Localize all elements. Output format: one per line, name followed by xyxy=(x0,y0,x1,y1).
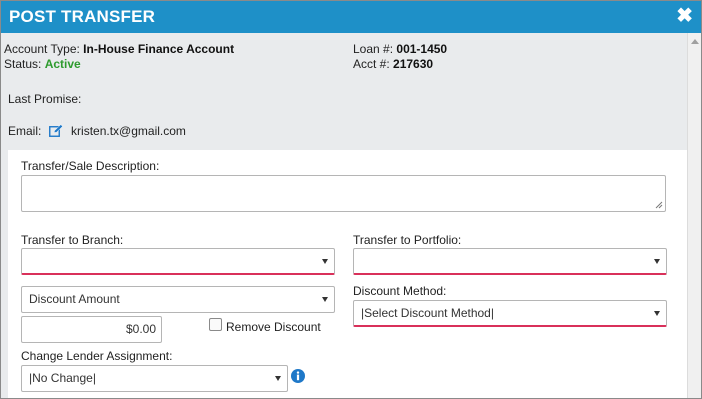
last-promise-label: Last Promise: xyxy=(8,92,82,106)
lender-assignment-label: Change Lender Assignment: xyxy=(21,349,173,363)
info-icon[interactable] xyxy=(291,369,305,383)
transfer-form: Transfer/Sale Description: Transfer to B… xyxy=(8,150,687,398)
acct-number-label: Acct #: xyxy=(353,57,390,71)
account-type-row: Account Type: In-House Finance Account xyxy=(4,42,234,56)
dialog-body[interactable]: Account Type: In-House Finance Account S… xyxy=(1,33,701,398)
resize-grip-icon[interactable] xyxy=(655,201,663,209)
branch-label: Transfer to Branch: xyxy=(21,233,124,247)
discount-amount-input[interactable]: $0.00 xyxy=(21,316,162,343)
email-label: Email: xyxy=(8,124,42,138)
loan-number-value: 001-1450 xyxy=(396,42,448,56)
chevron-down-icon xyxy=(322,259,328,264)
remove-discount-label[interactable]: Remove Discount xyxy=(226,320,321,334)
remove-discount-checkbox[interactable] xyxy=(209,318,222,331)
email-row: Email: kristen.tx@gmail.com xyxy=(8,124,186,140)
acct-number-value: 217630 xyxy=(393,57,434,71)
chevron-down-icon xyxy=(654,311,660,316)
discount-method-value: |Select Discount Method| xyxy=(361,306,494,320)
status-label: Status: xyxy=(4,57,42,71)
discount-type-select[interactable]: Discount Amount xyxy=(21,286,335,313)
discount-type-value: Discount Amount xyxy=(29,292,120,306)
account-type-label: Account Type: xyxy=(4,42,80,56)
discount-method-select[interactable]: |Select Discount Method| xyxy=(353,300,667,327)
loan-number-row: Loan #: 001-1450 xyxy=(353,42,447,56)
chevron-down-icon xyxy=(654,259,660,264)
dialog-titlebar: POST TRANSFER ✖ xyxy=(1,1,701,33)
dialog-title: POST TRANSFER xyxy=(9,7,156,26)
discount-method-label: Discount Method: xyxy=(353,284,447,298)
email-value[interactable]: kristen.tx@gmail.com xyxy=(71,124,186,138)
description-textarea[interactable] xyxy=(21,175,666,212)
vertical-scrollbar[interactable] xyxy=(687,33,701,398)
portfolio-select[interactable] xyxy=(353,248,667,275)
scroll-up-arrow-icon[interactable] xyxy=(691,39,699,44)
status-value: Active xyxy=(44,57,81,71)
loan-number-label: Loan #: xyxy=(353,42,394,56)
chevron-down-icon xyxy=(322,297,328,302)
account-type-value: In-House Finance Account xyxy=(83,42,235,56)
lender-assignment-value: |No Change| xyxy=(29,371,96,385)
status-row: Status: Active xyxy=(4,57,81,71)
edit-icon[interactable] xyxy=(48,124,64,140)
chevron-down-icon xyxy=(275,376,281,381)
acct-number-row: Acct #: 217630 xyxy=(353,57,433,71)
lender-assignment-select[interactable]: |No Change| xyxy=(21,365,288,392)
portfolio-label: Transfer to Portfolio: xyxy=(353,233,462,247)
post-transfer-dialog: POST TRANSFER ✖ Account Type: In-House F… xyxy=(0,0,702,399)
close-icon[interactable]: ✖ xyxy=(676,5,693,27)
branch-select[interactable] xyxy=(21,248,335,275)
description-label: Transfer/Sale Description: xyxy=(21,159,160,173)
